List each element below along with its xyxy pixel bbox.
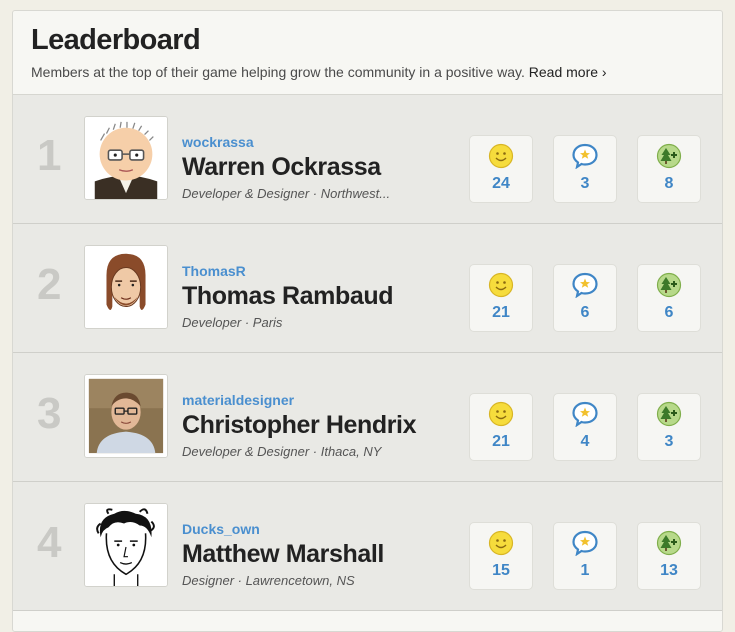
rank-number: 3	[37, 389, 62, 438]
member-username[interactable]: ThomasR	[182, 263, 246, 279]
member-username[interactable]: materialdesigner	[182, 392, 294, 408]
read-more-link[interactable]: Read more ›	[529, 64, 607, 80]
stat-tree-plus[interactable]: 13	[637, 522, 701, 590]
tree-plus-icon	[656, 401, 682, 427]
member-username[interactable]: wockrassa	[182, 134, 254, 150]
subtitle-text: Members at the top of their game helping…	[31, 64, 525, 80]
stat-count: 6	[580, 304, 590, 321]
tree-plus-icon	[656, 272, 682, 298]
member-name: Christopher Hendrix	[182, 411, 417, 439]
member-name: Thomas Rambaud	[182, 282, 394, 310]
star-speech-bubble-icon	[572, 272, 598, 298]
avatar-photo-glasses	[85, 375, 167, 457]
smiley-icon	[488, 530, 514, 556]
member-name: Warren Ockrassa	[182, 153, 381, 181]
stat-tree-plus[interactable]: 6	[637, 264, 701, 332]
rank-number: 1	[37, 131, 62, 180]
stat-smiley[interactable]: 21	[469, 264, 533, 332]
stat-star-bubble[interactable]: 6	[553, 264, 617, 332]
smiley-icon	[488, 272, 514, 298]
member-meta: Developer & Designer · Ithaca, NY	[182, 444, 382, 459]
avatar-cartoon-bald-glasses	[85, 117, 167, 199]
leaderboard-row: 4 Ducks_own Matthew Marshall Designer · …	[13, 482, 722, 611]
leaderboard-panel: Leaderboard Members at the top of their …	[12, 10, 723, 632]
smiley-icon	[488, 401, 514, 427]
avatar[interactable]	[84, 374, 168, 458]
avatar[interactable]	[84, 116, 168, 200]
stat-smiley[interactable]: 15	[469, 522, 533, 590]
member-username[interactable]: Ducks_own	[182, 521, 260, 537]
stat-count: 3	[580, 175, 590, 192]
tree-plus-icon	[656, 143, 682, 169]
stat-smiley[interactable]: 24	[469, 135, 533, 203]
member-name: Matthew Marshall	[182, 540, 384, 568]
stat-count: 21	[492, 304, 510, 321]
rank-number: 4	[37, 518, 62, 567]
stat-tree-plus[interactable]: 3	[637, 393, 701, 461]
page-title: Leaderboard	[31, 24, 201, 56]
avatar-sketch-curly-hair	[85, 504, 167, 586]
stat-count: 13	[660, 562, 678, 579]
stat-count: 1	[580, 562, 590, 579]
avatar[interactable]	[84, 245, 168, 329]
avatar[interactable]	[84, 503, 168, 587]
star-speech-bubble-icon	[572, 530, 598, 556]
star-speech-bubble-icon	[572, 143, 598, 169]
stat-count: 15	[492, 562, 510, 579]
stat-smiley[interactable]: 21	[469, 393, 533, 461]
tree-plus-icon	[656, 530, 682, 556]
stat-count: 24	[492, 175, 510, 192]
leaderboard-row: 3 materialdesigner Christopher Hendrix D…	[13, 353, 722, 482]
stat-count: 6	[664, 304, 674, 321]
member-meta: Designer · Lawrencetown, NS	[182, 573, 355, 588]
smiley-icon	[488, 143, 514, 169]
leaderboard-row: 1 wockrassa Warren Ockrassa Developer & …	[13, 95, 722, 224]
stat-star-bubble[interactable]: 4	[553, 393, 617, 461]
stat-count: 4	[580, 433, 590, 450]
stat-star-bubble[interactable]: 3	[553, 135, 617, 203]
page-subtitle: Members at the top of their game helping…	[31, 64, 704, 80]
member-meta: Developer & Designer · Northwest...	[182, 186, 391, 201]
leaderboard-row: 2 ThomasR Thomas Rambaud Developer · Par…	[13, 224, 722, 353]
rank-number: 2	[37, 260, 62, 309]
stat-star-bubble[interactable]: 1	[553, 522, 617, 590]
stat-tree-plus[interactable]: 8	[637, 135, 701, 203]
stat-count: 21	[492, 433, 510, 450]
leaderboard-header: Leaderboard Members at the top of their …	[13, 11, 722, 95]
member-meta: Developer · Paris	[182, 315, 283, 330]
stat-count: 8	[664, 175, 674, 192]
stat-count: 3	[664, 433, 674, 450]
avatar-drawn-long-hair	[85, 246, 167, 328]
star-speech-bubble-icon	[572, 401, 598, 427]
